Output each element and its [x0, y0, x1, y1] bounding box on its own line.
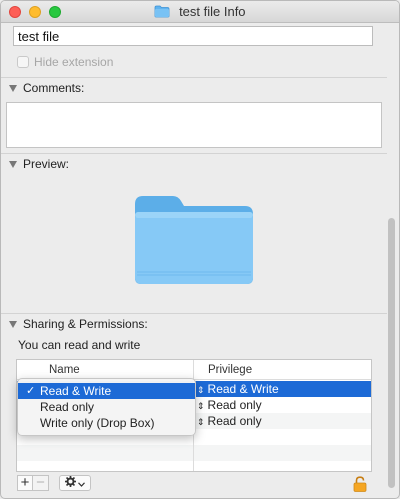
privilege-popup[interactable]: ⇕ Read & Write	[193, 381, 279, 397]
gear-icon	[64, 475, 77, 490]
add-user-button[interactable]: +	[17, 475, 33, 491]
disclosure-triangle-icon[interactable]	[9, 160, 17, 168]
comments-textarea[interactable]	[6, 102, 382, 148]
remove-user-button[interactable]: −	[33, 475, 49, 491]
menu-item-label: Read & Write	[40, 384, 112, 398]
permission-summary: You can read and write	[18, 338, 141, 352]
divider	[1, 77, 387, 78]
sharing-section-header[interactable]: Sharing & Permissions:	[9, 317, 148, 331]
menu-item-read-only[interactable]: Read only	[18, 399, 195, 415]
action-menu-button[interactable]	[59, 475, 91, 491]
folder-preview-icon	[133, 194, 255, 286]
name-field[interactable]: test file	[13, 26, 373, 46]
privilege-value: Read only	[207, 398, 262, 412]
up-down-arrows-icon: ⇕	[197, 401, 205, 411]
menu-item-read-write[interactable]: ✓ Read & Write	[18, 383, 195, 399]
sharing-heading: Sharing & Permissions:	[23, 317, 148, 331]
privilege-popup[interactable]: ⇕ Read only	[193, 413, 262, 429]
menu-item-write-only[interactable]: Write only (Drop Box)	[18, 415, 195, 431]
hide-extension-checkbox[interactable]	[17, 56, 29, 68]
privilege-dropdown-menu[interactable]: ✓ Read & Write Read only Write only (Drop…	[17, 378, 196, 436]
vertical-scrollbar[interactable]	[386, 25, 396, 495]
lock-icon[interactable]	[353, 476, 369, 492]
column-header-name[interactable]: Name	[17, 360, 193, 380]
menu-item-label: Read only	[40, 400, 95, 414]
folder-icon	[154, 5, 170, 21]
window-title: test file Info	[179, 4, 246, 19]
table-row	[17, 445, 371, 461]
divider	[1, 153, 387, 154]
info-window: test file Info test file Hide extension …	[0, 0, 400, 499]
hide-extension-row[interactable]: Hide extension	[17, 55, 113, 69]
up-down-arrows-icon: ⇕	[197, 417, 205, 427]
column-header-privilege[interactable]: Privilege	[193, 360, 371, 380]
hide-extension-label: Hide extension	[34, 55, 114, 69]
scrollbar-thumb[interactable]	[388, 218, 395, 488]
chevron-down-icon	[78, 476, 85, 490]
window-title-wrap: test file Info	[1, 4, 399, 21]
comments-section-header[interactable]: Comments:	[9, 81, 84, 95]
comments-heading: Comments:	[23, 81, 85, 95]
privilege-popup[interactable]: ⇕ Read only	[193, 397, 262, 413]
preview-section-header[interactable]: Preview:	[9, 157, 69, 171]
preview-heading: Preview:	[23, 157, 70, 171]
privilege-value: Read only	[207, 414, 262, 428]
divider	[1, 313, 387, 314]
disclosure-triangle-icon[interactable]	[9, 320, 17, 328]
checkmark-icon: ✓	[26, 385, 36, 397]
disclosure-triangle-icon[interactable]	[9, 84, 17, 92]
privilege-value: Read & Write	[207, 382, 279, 396]
menu-item-label: Write only (Drop Box)	[40, 416, 155, 430]
up-down-arrows-icon: ⇕	[197, 385, 205, 395]
title-bar[interactable]: test file Info	[1, 1, 399, 23]
